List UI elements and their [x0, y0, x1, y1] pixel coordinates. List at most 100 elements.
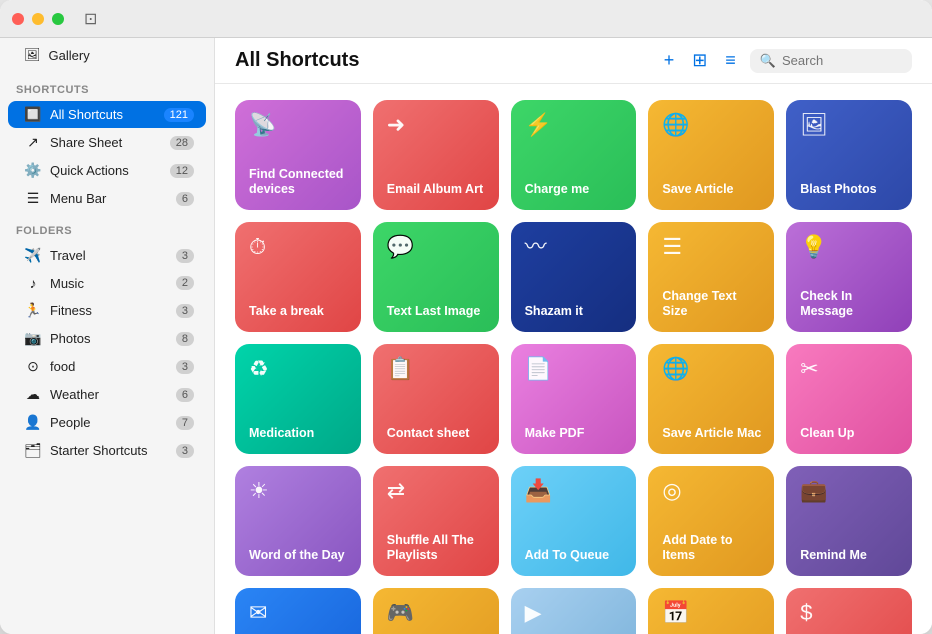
sidebar-item-share-sheet[interactable]: ↗ Share Sheet 28	[8, 129, 206, 156]
sidebar-folder-photos[interactable]: 📷 Photos 8	[8, 325, 206, 352]
card-find-connected-devices[interactable]: 📡 Find Connected devices	[235, 100, 361, 210]
folder-icon-food: ⊙	[24, 358, 42, 375]
folder-label-people: People	[50, 415, 168, 430]
sidebar-item-all-shortcuts[interactable]: 🔲 All Shortcuts 121	[8, 101, 206, 128]
card-icon-contact-sheet: 📋	[387, 358, 487, 380]
folder-icon-starter-shortcuts: 🗂	[24, 442, 42, 459]
card-icon-word-of-the-day: ☀	[249, 480, 349, 502]
sidebar-item-quick-actions[interactable]: ⚙️ Quick Actions 12	[8, 157, 206, 184]
card-label-save-article-mac: Save Article Mac	[662, 426, 762, 442]
card-blast-photos[interactable]: 🖼 Blast Photos	[786, 100, 912, 210]
search-input[interactable]	[782, 53, 902, 68]
card-icon-email-album-art: ➜	[387, 114, 487, 136]
card-charge-me[interactable]: ⚡ Charge me	[511, 100, 637, 210]
folder-badge-weather: 6	[176, 388, 194, 402]
card-label-email-album-art: Email Album Art	[387, 182, 487, 198]
card-label-check-in-message: Check In Message	[800, 289, 900, 320]
header-actions: + ⊞ ≡ 🔍	[660, 48, 912, 73]
sidebar-icon-quick-actions: ⚙️	[24, 162, 42, 179]
card-make-pdf[interactable]: 📄 Make PDF	[511, 344, 637, 454]
card-shazam-it[interactable]: 〰 Shazam it	[511, 222, 637, 332]
card-word-of-the-day[interactable]: ☀ Word of the Day	[235, 466, 361, 576]
card-medication[interactable]: ♻ Medication	[235, 344, 361, 454]
grid-view-button[interactable]: ⊞	[688, 48, 711, 73]
card-label-change-text-size: Change Text Size	[662, 289, 762, 320]
sidebar-item-menu-bar[interactable]: ☰ Menu Bar 6	[8, 185, 206, 212]
card-clean-up[interactable]: ✂ Clean Up	[786, 344, 912, 454]
card-icon-shuffle-all-playlists: ⇄	[387, 480, 487, 502]
card-remind-me[interactable]: 💼 Remind Me	[786, 466, 912, 576]
folder-badge-people: 7	[176, 416, 194, 430]
folder-icon-music: ♪	[24, 275, 42, 291]
card-icon-blast-photos: 🖼	[800, 114, 900, 136]
gallery-icon: 🖼	[24, 47, 41, 63]
folder-badge-food: 3	[176, 360, 194, 374]
main-header: All Shortcuts + ⊞ ≡ 🔍	[215, 38, 932, 84]
card-shuffle-all-playlists[interactable]: ⇄ Shuffle All The Playlists	[373, 466, 499, 576]
folder-icon-photos: 📷	[24, 330, 42, 347]
card-how-many-days-until[interactable]: 📅 How Many Days Until	[648, 588, 774, 634]
card-icon-email-myself: ✉	[249, 602, 349, 624]
sidebar-toggle-button[interactable]: ⊡	[84, 9, 97, 29]
card-add-date-to-items[interactable]: ◎ Add Date to Items	[648, 466, 774, 576]
card-label-shazam-it: Shazam it	[525, 304, 625, 320]
sidebar-folder-music[interactable]: ♪ Music 2	[8, 270, 206, 296]
card-label-blast-photos: Blast Photos	[800, 182, 900, 198]
sidebar: 🖼 Gallery Shortcuts 🔲 All Shortcuts 121 …	[0, 0, 215, 634]
sidebar-folder-travel[interactable]: ✈️ Travel 3	[8, 242, 206, 269]
list-view-button[interactable]: ≡	[721, 48, 740, 73]
sidebar-folder-people[interactable]: 👤 People 7	[8, 409, 206, 436]
card-icon-save-article-mac: 🌐	[662, 358, 762, 380]
card-save-article-mac[interactable]: 🌐 Save Article Mac	[648, 344, 774, 454]
card-email-album-art[interactable]: ➜ Email Album Art	[373, 100, 499, 210]
card-icon-make-pdf: 📄	[525, 358, 625, 380]
card-text-last-image[interactable]: 💬 Text Last Image	[373, 222, 499, 332]
sidebar-item-gallery[interactable]: 🖼 Gallery	[8, 39, 206, 71]
folder-label-music: Music	[50, 276, 168, 291]
sidebar-badge-menu-bar: 6	[176, 192, 194, 206]
folder-label-photos: Photos	[50, 331, 168, 346]
card-icon-remind-me: 💼	[800, 480, 900, 502]
card-add-to-queue[interactable]: 📥 Add To Queue	[511, 466, 637, 576]
card-calculate-tip[interactable]: $ Calculate Tip	[786, 588, 912, 634]
folder-icon-people: 👤	[24, 414, 42, 431]
folder-icon-travel: ✈️	[24, 247, 42, 264]
folder-icon-fitness: 🏃	[24, 302, 42, 319]
sidebar-folder-fitness[interactable]: 🏃 Fitness 3	[8, 297, 206, 324]
gallery-label: Gallery	[49, 48, 90, 63]
card-contact-sheet[interactable]: 📋 Contact sheet	[373, 344, 499, 454]
card-save-article[interactable]: 🌐 Save Article	[648, 100, 774, 210]
search-icon: 🔍	[760, 53, 776, 69]
card-icon-save-article: 🌐	[662, 114, 762, 136]
card-icon-clean-up: ✂	[800, 358, 900, 380]
folder-badge-starter-shortcuts: 3	[176, 444, 194, 458]
card-icon-add-to-queue: 📥	[525, 480, 625, 502]
card-label-add-date-to-items: Add Date to Items	[662, 533, 762, 564]
card-icon-change-text-size: ☰	[662, 236, 762, 258]
folders-section-header: Folders	[0, 213, 214, 241]
sidebar-label-quick-actions: Quick Actions	[50, 163, 162, 178]
close-button[interactable]	[12, 13, 24, 25]
card-email-myself[interactable]: ✉ Email Myself	[235, 588, 361, 634]
sidebar-folder-weather[interactable]: ☁ Weather 6	[8, 381, 206, 408]
add-button[interactable]: +	[660, 48, 679, 73]
sidebar-badge-quick-actions: 12	[170, 164, 194, 178]
sidebar-label-menu-bar: Menu Bar	[50, 191, 168, 206]
sidebar-label-all-shortcuts: All Shortcuts	[50, 107, 156, 122]
card-check-in-message[interactable]: 💡 Check In Message	[786, 222, 912, 332]
card-sort-lines[interactable]: ▶ Sort Lines	[511, 588, 637, 634]
card-take-a-break[interactable]: ⏱ Take a break	[235, 222, 361, 332]
card-label-remind-me: Remind Me	[800, 548, 900, 564]
maximize-button[interactable]	[52, 13, 64, 25]
card-change-text-size[interactable]: ☰ Change Text Size	[648, 222, 774, 332]
shortcuts-grid: 📡 Find Connected devices ➜ Email Album A…	[235, 100, 912, 634]
folder-badge-travel: 3	[176, 249, 194, 263]
card-gas-on-this-street[interactable]: 🎮 Gas On This Street	[373, 588, 499, 634]
sidebar-badge-all-shortcuts: 121	[164, 108, 194, 122]
folder-label-travel: Travel	[50, 248, 168, 263]
sidebar-folder-food[interactable]: ⊙ food 3	[8, 353, 206, 380]
sidebar-folder-starter-shortcuts[interactable]: 🗂 Starter Shortcuts 3	[8, 437, 206, 464]
sidebar-icon-all-shortcuts: 🔲	[24, 106, 42, 123]
card-label-add-to-queue: Add To Queue	[525, 548, 625, 564]
minimize-button[interactable]	[32, 13, 44, 25]
